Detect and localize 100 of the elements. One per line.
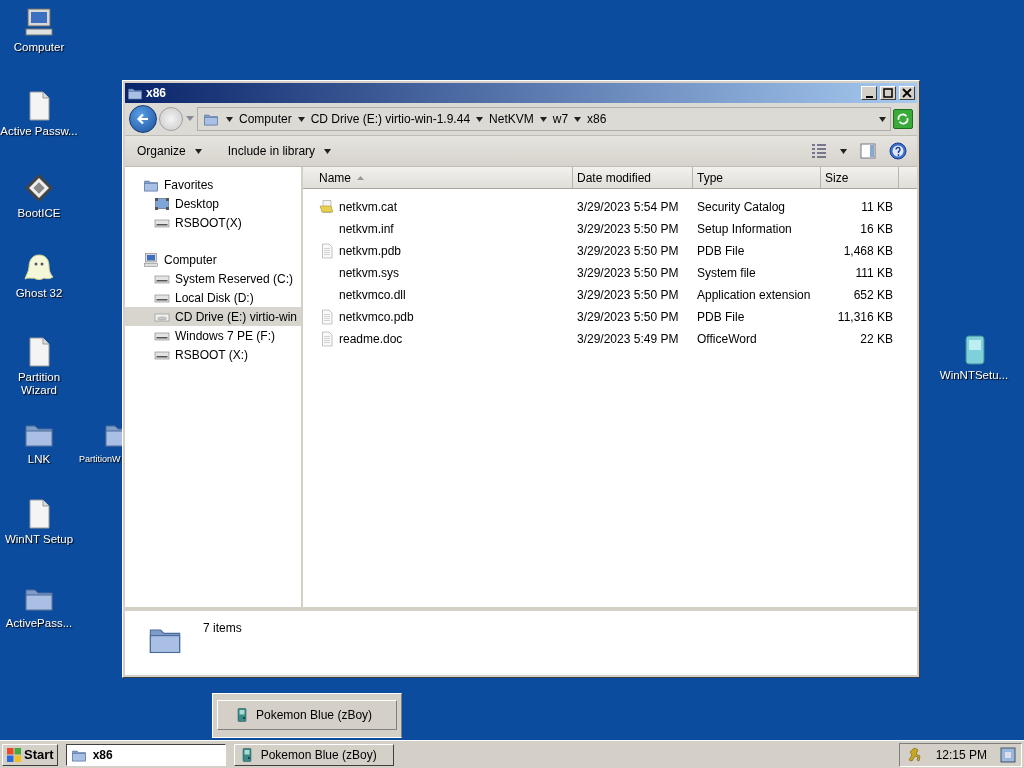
table-cell-text: 3/29/2023 5:50 PM: [576, 222, 680, 236]
show-desktop-icon[interactable]: [999, 745, 1017, 764]
dropdown-arrow-icon: [840, 148, 847, 154]
table-cell-text: 652 KB: [852, 288, 894, 302]
computer-icon[interactable]: [23, 6, 55, 38]
table-cell-text: PDB File: [696, 310, 746, 324]
desktop-icon-label[interactable]: Computer: [13, 41, 65, 54]
caret-icon: [194, 148, 202, 154]
desktop-icon-label[interactable]: Ghost 32: [15, 287, 63, 300]
chevron-icon: [574, 116, 582, 122]
minimize-button[interactable]: [861, 86, 877, 100]
computer-icon: [143, 251, 159, 268]
column-header[interactable]: Date modified: [573, 167, 693, 188]
desktop-icon-label[interactable]: WinNT Setup: [4, 533, 74, 546]
desktop-icon-label[interactable]: Active Passw...: [0, 125, 78, 138]
table-cell-text: 22 KB: [859, 332, 894, 346]
breadcrumb-item[interactable]: Computer: [239, 112, 292, 126]
column-header[interactable]: Name: [303, 167, 573, 188]
close-icon: [902, 88, 912, 98]
breadcrumb-item[interactable]: w7: [552, 112, 569, 126]
breadcrumb-item[interactable]: x86: [587, 112, 607, 126]
dropdown-arrow-icon: [879, 116, 886, 122]
taskbar-button[interactable]: Pokemon Blue (zBoy): [233, 743, 394, 766]
table-cell-text: 3/29/2023 5:49 PM: [576, 332, 680, 346]
item-count: 7 items: [203, 621, 242, 635]
chevron-icon: [226, 116, 233, 122]
chevron-icon: [297, 116, 305, 122]
window-title: x86: [146, 86, 168, 100]
nav-item[interactable]: CD Drive (E:) virtio-win: [125, 307, 301, 326]
desktop-icon-label[interactable]: Partition Wizard: [0, 371, 78, 397]
file-name[interactable]: netkvm.inf: [339, 222, 394, 236]
game-icon: [234, 707, 250, 723]
nav-item[interactable]: Windows 7 PE (F:): [125, 326, 301, 345]
nav-item[interactable]: Favorites: [125, 175, 301, 194]
nav-item[interactable]: Desktop: [125, 194, 301, 213]
desktop-icon-label[interactable]: BootICE: [17, 207, 61, 220]
close-button[interactable]: [899, 86, 915, 100]
table-cell-text: OfficeWord: [696, 332, 758, 346]
file-name[interactable]: netkvm.sys: [339, 266, 399, 280]
table-cell-text: 3/29/2023 5:50 PM: [576, 288, 680, 302]
file-name[interactable]: readme.doc: [339, 332, 403, 346]
toolbar-button[interactable]: Include in library: [225, 142, 334, 160]
breadcrumb-item[interactable]: CD Drive (E:) virtio-win-1.9.44: [310, 112, 471, 126]
table-cell-text: Security Catalog: [696, 200, 787, 214]
desktop-icon-label[interactable]: LNK: [27, 453, 51, 466]
folder-icon: [202, 111, 220, 127]
windows-logo-icon: [6, 746, 22, 763]
desktop-icon-label[interactable]: ActivePass...: [5, 617, 73, 630]
maximize-button[interactable]: [880, 86, 896, 100]
column-header[interactable]: Type: [693, 167, 821, 188]
catalog-icon: [319, 199, 335, 215]
nav-item[interactable]: Computer: [125, 250, 301, 269]
table-cell-text: 3/29/2023 5:50 PM: [576, 266, 680, 280]
refresh-button[interactable]: [893, 109, 913, 129]
chevron-icon: [539, 116, 547, 122]
file-name[interactable]: netkvm.pdb: [339, 244, 402, 258]
table-cell-text: System file: [696, 266, 757, 280]
toolbar-button[interactable]: Organize: [135, 142, 204, 160]
view-options-icon[interactable]: [810, 142, 828, 160]
back-button[interactable]: [129, 105, 157, 133]
file-name[interactable]: netkvmco.dll: [339, 288, 406, 302]
nav-item[interactable]: RSBOOT(X): [125, 213, 301, 232]
nav-item[interactable]: RSBOOT (X:): [125, 345, 301, 364]
help-icon[interactable]: [889, 142, 907, 160]
clock: 12:15 PM: [935, 747, 987, 762]
table-cell-text: Setup Information: [696, 222, 793, 236]
desktop-icon-label[interactable]: WinNTSetu...: [939, 369, 1009, 382]
file-name[interactable]: netkvm.cat: [339, 200, 398, 214]
table-cell-text: 3/29/2023 5:50 PM: [576, 310, 680, 324]
dropdown-arrow-icon: [185, 115, 195, 123]
chevron-icon: [476, 116, 484, 122]
maximize-icon: [883, 88, 893, 98]
nav-item[interactable]: System Reserved (C:): [125, 269, 301, 288]
document-icon: [319, 331, 335, 347]
document-icon: [319, 309, 335, 325]
arrow-left-icon: [135, 111, 151, 127]
table-cell-text: 11,316 KB: [836, 310, 894, 324]
minimize-icon: [865, 95, 873, 98]
table-cell-text: PDB File: [696, 244, 746, 258]
caret-icon: [324, 148, 332, 154]
table-cell-text: 111 KB: [854, 266, 894, 280]
table-cell-text: 3/29/2023 5:50 PM: [576, 244, 680, 258]
nav-item[interactable]: Local Disk (D:): [125, 288, 301, 307]
address-bar[interactable]: Computer CD Drive (E:) virtio-win-1.9.44 NetKVM w7 x86: [197, 107, 891, 131]
file-name[interactable]: netkvmco.pdb: [339, 310, 414, 324]
taskbar-button[interactable]: x86: [65, 743, 226, 766]
refresh-icon: [896, 112, 910, 126]
table-cell-text: 3/29/2023 5:54 PM: [576, 200, 680, 214]
start-button[interactable]: Start: [2, 743, 58, 766]
table-cell-text: Application extension: [696, 288, 812, 302]
thumbnail-button[interactable]: Pokemon Blue (zBoy): [217, 700, 397, 730]
table-cell-text: 11 KB: [860, 200, 894, 214]
desktop-icon: [154, 195, 170, 212]
breadcrumb-item[interactable]: NetKVM: [489, 112, 534, 126]
column-header[interactable]: Size: [821, 167, 899, 188]
document-icon: [319, 243, 335, 259]
folder-icon: [127, 85, 143, 101]
table-cell-text: 1,468 KB: [842, 244, 894, 258]
desktop-icon-label[interactable]: PartitionW: [79, 453, 121, 466]
table-cell-text: 16 KB: [859, 222, 894, 236]
